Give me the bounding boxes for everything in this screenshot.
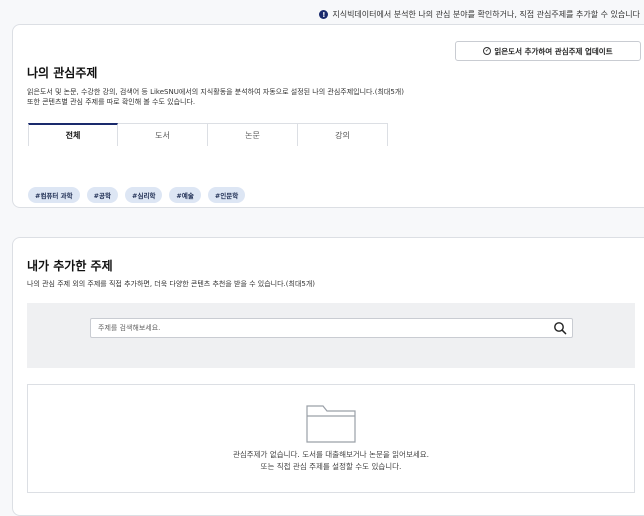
interest-tag[interactable]: #심리학 <box>125 187 163 203</box>
tab-all[interactable]: 전체 <box>28 123 118 146</box>
interest-tag[interactable]: #컴퓨터 과학 <box>28 187 80 203</box>
my-interests-desc-line2: 또한 콘텐츠별 관심 주제를 따로 확인해 볼 수도 있습니다. <box>27 98 196 106</box>
interest-tag[interactable]: #인문학 <box>207 187 246 203</box>
search-button[interactable] <box>552 321 568 335</box>
info-icon: ! <box>319 10 329 19</box>
added-topics-description: 나의 관심 주제 외의 주제를 직접 추가하면, 더욱 다양한 콘텐츠 추천을 … <box>27 280 316 288</box>
info-notice-text: 지식빅데이터에서 분석한 나의 관심 분야를 확인하거나, 직접 관심주제를 추… <box>332 10 640 19</box>
interest-tag[interactable]: #예술 <box>169 187 201 203</box>
update-interests-button[interactable]: ✓ 읽은도서 추가하여 관심주제 업데이트 <box>455 41 641 61</box>
my-interests-card: ✓ 읽은도서 추가하여 관심주제 업데이트 나의 관심주제 읽은도서 및 논문,… <box>12 24 644 208</box>
my-interests-desc-line1: 읽은도서 및 논문, 수강한 강의, 검색어 등 LikeSNU에서의 지식활동… <box>27 88 404 96</box>
empty-message-line1: 관심주제가 없습니다. 도서를 대출해보거나 논문을 읽어보세요. <box>232 450 430 459</box>
empty-message-line2: 또는 직접 관심 주제를 설정할 수도 있습니다. <box>260 462 402 471</box>
tab-lectures[interactable]: 강의 <box>298 123 388 146</box>
my-interests-description: 읽은도서 및 논문, 수강한 강의, 검색어 등 LikeSNU에서의 지식활동… <box>27 87 404 107</box>
tab-books[interactable]: 도서 <box>118 123 208 146</box>
interest-tag[interactable]: #공학 <box>86 187 119 203</box>
topic-search-box <box>90 318 573 338</box>
interest-tags: #컴퓨터 과학 #공학 #심리학 #예술 #인문학 <box>28 187 246 203</box>
added-topics-card: 내가 추가한 주제 나의 관심 주제 외의 주제를 직접 추가하면, 더욱 다양… <box>12 237 644 516</box>
tab-papers[interactable]: 논문 <box>208 123 298 146</box>
update-interests-label: 읽은도서 추가하여 관심주제 업데이트 <box>494 46 613 56</box>
check-circle-icon: ✓ <box>483 47 492 55</box>
topic-search-area <box>27 303 635 368</box>
interest-tabs: 전체 도서 논문 강의 <box>28 123 388 146</box>
my-interests-title: 나의 관심주제 <box>27 66 98 80</box>
added-topics-title: 내가 추가한 주제 <box>27 259 113 273</box>
topic-search-input[interactable] <box>91 319 531 337</box>
search-icon <box>554 322 567 335</box>
empty-state: 관심주제가 없습니다. 도서를 대출해보거나 논문을 읽어보세요. 또는 직접 … <box>27 384 635 493</box>
empty-message: 관심주제가 없습니다. 도서를 대출해보거나 논문을 읽어보세요. 또는 직접 … <box>28 449 634 473</box>
folder-icon <box>306 405 356 443</box>
info-notice: ! 지식빅데이터에서 분석한 나의 관심 분야를 확인하거나, 직접 관심주제를… <box>319 9 640 20</box>
